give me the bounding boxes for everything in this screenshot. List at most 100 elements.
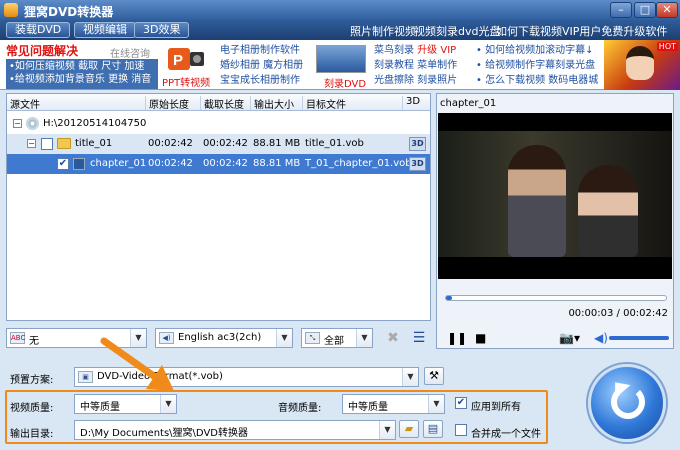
- title-checkbox[interactable]: [41, 138, 53, 150]
- load-dvd-button[interactable]: 装载DVD: [6, 22, 71, 38]
- chevron-down-icon[interactable]: ▼: [276, 329, 292, 347]
- disc-path: H:\20120514104750: [43, 118, 147, 129]
- title-size: 88.81 MB: [253, 138, 301, 149]
- pause-button[interactable]: ❚❚: [447, 331, 467, 345]
- hot-badge: HOT: [656, 42, 678, 51]
- audio-track-value: English ac3(2ch): [178, 332, 262, 343]
- disc-icon: [26, 117, 39, 130]
- file-list[interactable]: 源文件 原始长度 截取长度 输出大小 目标文件 3D − H:\20120514…: [6, 93, 431, 321]
- collapse-icon[interactable]: −: [13, 119, 22, 128]
- file-list-header: 源文件 原始长度 截取长度 输出大小 目标文件 3D: [7, 94, 430, 111]
- link-burn-dvd[interactable]: 视频刻录dvd光盘: [414, 23, 500, 39]
- link-photo-video[interactable]: 照片制作视频: [350, 23, 416, 39]
- snapshot-icon[interactable]: 📷▾: [559, 331, 580, 345]
- audio-quality-select[interactable]: 中等质量 ▼: [342, 394, 445, 414]
- delete-icon[interactable]: ✖: [384, 329, 402, 347]
- link-download-video[interactable]: 如何下载视频: [496, 23, 562, 39]
- crop-select[interactable]: ⤡ 全部 ▼: [301, 328, 373, 348]
- window-title: 狸窝DVD转换器: [24, 5, 114, 19]
- collapse-icon[interactable]: −: [27, 139, 36, 148]
- game-ad-image[interactable]: HOT: [604, 40, 680, 90]
- video-person-right: [578, 165, 638, 257]
- browse-folder-icon[interactable]: ▰: [399, 420, 419, 438]
- video-edit-button[interactable]: 视频编辑: [74, 22, 136, 38]
- audio-quality-label: 音频质量:: [278, 403, 322, 414]
- col-3d[interactable]: 3D: [402, 96, 420, 110]
- burn-dvd-thumbnail[interactable]: [316, 45, 366, 73]
- dvd-format-icon: ▣: [78, 371, 93, 383]
- close-button[interactable]: ✕: [656, 2, 678, 18]
- merge-checkbox[interactable]: [455, 424, 467, 436]
- tip-link-2[interactable]: • 给视频制作字幕刻录光盘: [476, 58, 598, 73]
- burn-link-2[interactable]: 刻录教程 菜单制作: [374, 58, 457, 73]
- chevron-down-icon[interactable]: ▼: [356, 329, 372, 347]
- online-consult-link[interactable]: 在线咨询: [110, 45, 150, 60]
- col-source[interactable]: 源文件: [7, 96, 40, 111]
- chevron-down-icon[interactable]: ▼: [379, 421, 395, 439]
- col-target-file[interactable]: 目标文件: [302, 96, 346, 111]
- chapter-orig-length: 00:02:42: [148, 158, 193, 169]
- novice-burn-link[interactable]: 菜鸟刻录: [374, 45, 414, 56]
- minimize-button[interactable]: –: [610, 2, 632, 18]
- subtitle-icon: ABC: [10, 332, 26, 344]
- chapter-row[interactable]: ✔ chapter_01 00:02:42 00:02:42 88.81 MB …: [7, 154, 430, 174]
- album-link-3[interactable]: 宝宝成长相册制作: [220, 73, 303, 88]
- ppt-icon[interactable]: P: [166, 46, 206, 74]
- convert-button[interactable]: [588, 364, 666, 442]
- seek-bar[interactable]: [445, 295, 667, 301]
- folder-icon: [57, 138, 71, 149]
- preset-settings-icon[interactable]: ⚒: [424, 367, 444, 385]
- video-quality-value: 中等质量: [80, 402, 120, 413]
- video-frame: [438, 131, 672, 257]
- maximize-button[interactable]: □: [634, 2, 656, 18]
- output-dir-field[interactable]: D:\My Documents\狸窝\DVD转换器 ▼: [74, 420, 396, 440]
- volume-slider[interactable]: [609, 336, 669, 340]
- upgrade-vip-link[interactable]: 升级 VIP: [417, 45, 456, 56]
- link-vip-upgrade[interactable]: VIP用户免费升级软件: [562, 23, 667, 39]
- col-cut-length[interactable]: 截取长度: [200, 96, 244, 111]
- volume-icon[interactable]: ◀): [594, 331, 608, 345]
- chevron-down-icon[interactable]: ▼: [402, 368, 418, 386]
- title-bar: 狸窝DVD转换器 – □ ✕: [0, 0, 680, 20]
- ad-banner: 常见问题解决 在线咨询 •如何压缩视频 截取 尺寸 加速 •给视频添加背景音乐 …: [0, 40, 680, 90]
- tips-links: • 如何给视频加滚动字幕↓ • 给视频制作字幕刻录光盘 • 怎么下载视频 数码电…: [476, 43, 598, 88]
- preview-panel: chapter_01 00:00:03 / 00:02:42 ❚❚ ■ 📷▾ ◀…: [436, 93, 674, 349]
- video-preview[interactable]: [438, 113, 672, 279]
- col-output-size[interactable]: 输出大小: [250, 96, 294, 111]
- chapter-name: chapter_01: [90, 158, 147, 169]
- tip-link-1[interactable]: • 如何给视频加滚动字幕↓: [476, 43, 598, 58]
- faq-link-2[interactable]: •给视频添加背景音乐 更换 消音: [9, 73, 155, 86]
- chapter-size: 88.81 MB: [253, 158, 301, 169]
- crop-icon: ⤡: [305, 332, 320, 344]
- title-orig-length: 00:02:42: [148, 138, 193, 149]
- album-link-1[interactable]: 电子相册制作软件: [220, 43, 303, 58]
- burn-links: 菜鸟刻录 升级 VIP 刻录教程 菜单制作 光盘擦除 刻录照片: [374, 43, 457, 88]
- 3d-effect-icon[interactable]: 3D: [409, 137, 426, 151]
- tip-link-3[interactable]: • 怎么下载视频 数码电器城: [476, 73, 598, 88]
- disc-row[interactable]: − H:\20120514104750: [7, 114, 430, 134]
- stop-button[interactable]: ■: [475, 331, 486, 345]
- 3d-effect-icon[interactable]: 3D: [409, 157, 426, 171]
- title-target: title_01.vob: [305, 138, 364, 149]
- preset-label: 预置方案:: [10, 375, 54, 386]
- chevron-down-icon[interactable]: ▼: [428, 395, 444, 413]
- col-original-length[interactable]: 原始长度: [145, 96, 189, 111]
- preview-title: chapter_01: [440, 98, 497, 109]
- apply-all-checkbox[interactable]: ✔: [455, 397, 467, 409]
- ppt-to-video-label[interactable]: PPT转视频: [162, 74, 210, 89]
- faq-link-1[interactable]: •如何压缩视频 截取 尺寸 加速: [9, 60, 155, 73]
- title-name: title_01: [75, 138, 113, 149]
- chevron-down-icon[interactable]: ▼: [160, 395, 176, 413]
- open-folder-icon[interactable]: ▤: [423, 420, 443, 438]
- chapter-checkbox[interactable]: ✔: [57, 158, 69, 170]
- title-cut-length: 00:02:42: [203, 138, 248, 149]
- 3d-effect-button[interactable]: 3D效果: [134, 22, 190, 38]
- burn-link-3[interactable]: 光盘擦除 刻录照片: [374, 73, 457, 88]
- svg-text:P: P: [173, 52, 183, 69]
- album-link-2[interactable]: 婚纱相册 魔方相册: [220, 58, 303, 73]
- burn-dvd-label[interactable]: 刻录DVD: [324, 75, 366, 90]
- chapter-cut-length: 00:02:42: [203, 158, 248, 169]
- clear-list-icon[interactable]: ☰: [410, 329, 428, 347]
- title-row[interactable]: − title_01 00:02:42 00:02:42 88.81 MB ti…: [7, 134, 430, 154]
- video-quality-select[interactable]: 中等质量 ▼: [74, 394, 177, 414]
